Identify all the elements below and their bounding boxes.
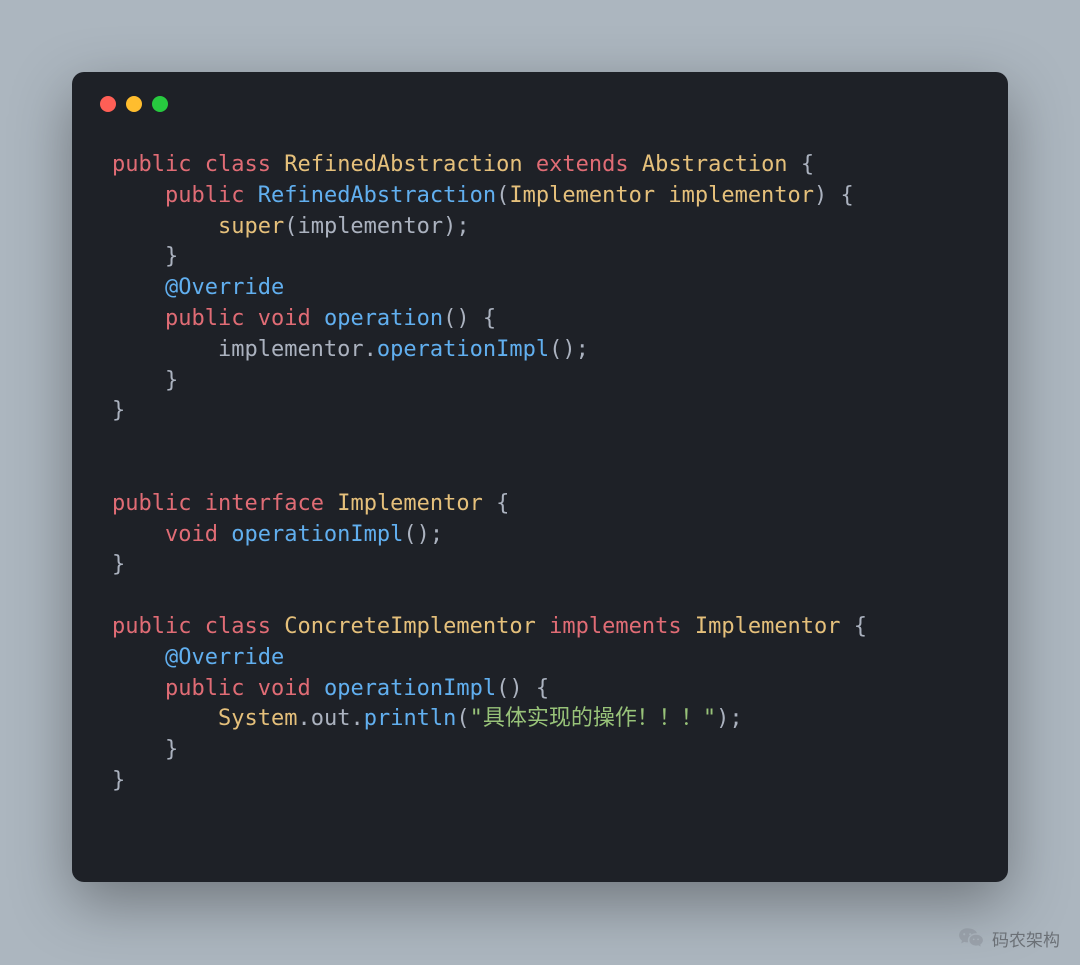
brace: } bbox=[112, 552, 125, 577]
keyword: public bbox=[112, 491, 191, 516]
param: implementor bbox=[668, 183, 814, 208]
brace: } bbox=[165, 368, 178, 393]
paren: ( bbox=[284, 214, 297, 239]
paren: ( bbox=[496, 183, 509, 208]
keyword: public bbox=[112, 152, 191, 177]
keyword: interface bbox=[205, 491, 324, 516]
paren: ); bbox=[716, 706, 743, 731]
brace: { bbox=[483, 306, 496, 331]
keyword: void bbox=[258, 306, 311, 331]
brace: } bbox=[112, 398, 125, 423]
dot: . bbox=[297, 706, 310, 731]
constructor: RefinedAbstraction bbox=[258, 183, 496, 208]
keyword: super bbox=[218, 214, 284, 239]
paren: ( bbox=[456, 706, 469, 731]
window-traffic-lights bbox=[72, 96, 1008, 130]
brace: { bbox=[496, 491, 509, 516]
identifier: implementor bbox=[297, 214, 443, 239]
keyword: public bbox=[165, 183, 244, 208]
method: println bbox=[364, 706, 457, 731]
brace: { bbox=[536, 676, 549, 701]
dot: . bbox=[364, 337, 377, 362]
keyword: implements bbox=[549, 614, 681, 639]
method: operationImpl bbox=[324, 676, 496, 701]
code-window: public class RefinedAbstraction extends … bbox=[72, 72, 1008, 882]
brace: } bbox=[165, 737, 178, 762]
keyword: public bbox=[112, 614, 191, 639]
close-icon[interactable] bbox=[100, 96, 116, 112]
paren: () bbox=[496, 676, 523, 701]
minimize-icon[interactable] bbox=[126, 96, 142, 112]
watermark-text: 码农架构 bbox=[992, 926, 1060, 951]
brace: } bbox=[165, 244, 178, 269]
watermark: 码农架构 bbox=[958, 925, 1060, 951]
brace: { bbox=[801, 152, 814, 177]
keyword: void bbox=[165, 522, 218, 547]
string-literal: "具体实现的操作！！！" bbox=[470, 706, 717, 731]
paren: (); bbox=[403, 522, 443, 547]
keyword: public bbox=[165, 676, 244, 701]
paren: () bbox=[443, 306, 470, 331]
brace: { bbox=[841, 183, 854, 208]
class-name: ConcreteImplementor bbox=[284, 614, 536, 639]
class-name: RefinedAbstraction bbox=[284, 152, 522, 177]
type: Implementor bbox=[509, 183, 655, 208]
keyword: class bbox=[205, 152, 271, 177]
class-name: Abstraction bbox=[642, 152, 788, 177]
interface-name: Implementor bbox=[695, 614, 841, 639]
dot: . bbox=[350, 706, 363, 731]
method: operationImpl bbox=[231, 522, 403, 547]
wechat-icon bbox=[958, 925, 984, 951]
annotation: @Override bbox=[165, 275, 284, 300]
zoom-icon[interactable] bbox=[152, 96, 168, 112]
keyword: extends bbox=[536, 152, 629, 177]
keyword: void bbox=[258, 676, 311, 701]
method: operation bbox=[324, 306, 443, 331]
brace: { bbox=[854, 614, 867, 639]
identifier: System bbox=[218, 706, 297, 731]
keyword: public bbox=[165, 306, 244, 331]
annotation: @Override bbox=[165, 645, 284, 670]
interface-name: Implementor bbox=[337, 491, 483, 516]
identifier: out bbox=[311, 706, 351, 731]
brace: } bbox=[112, 768, 125, 793]
paren: ); bbox=[443, 214, 470, 239]
keyword: class bbox=[205, 614, 271, 639]
method: operationImpl bbox=[377, 337, 549, 362]
paren: ) bbox=[814, 183, 827, 208]
code-block: public class RefinedAbstraction extends … bbox=[72, 130, 1008, 827]
identifier: implementor bbox=[218, 337, 364, 362]
paren: (); bbox=[549, 337, 589, 362]
